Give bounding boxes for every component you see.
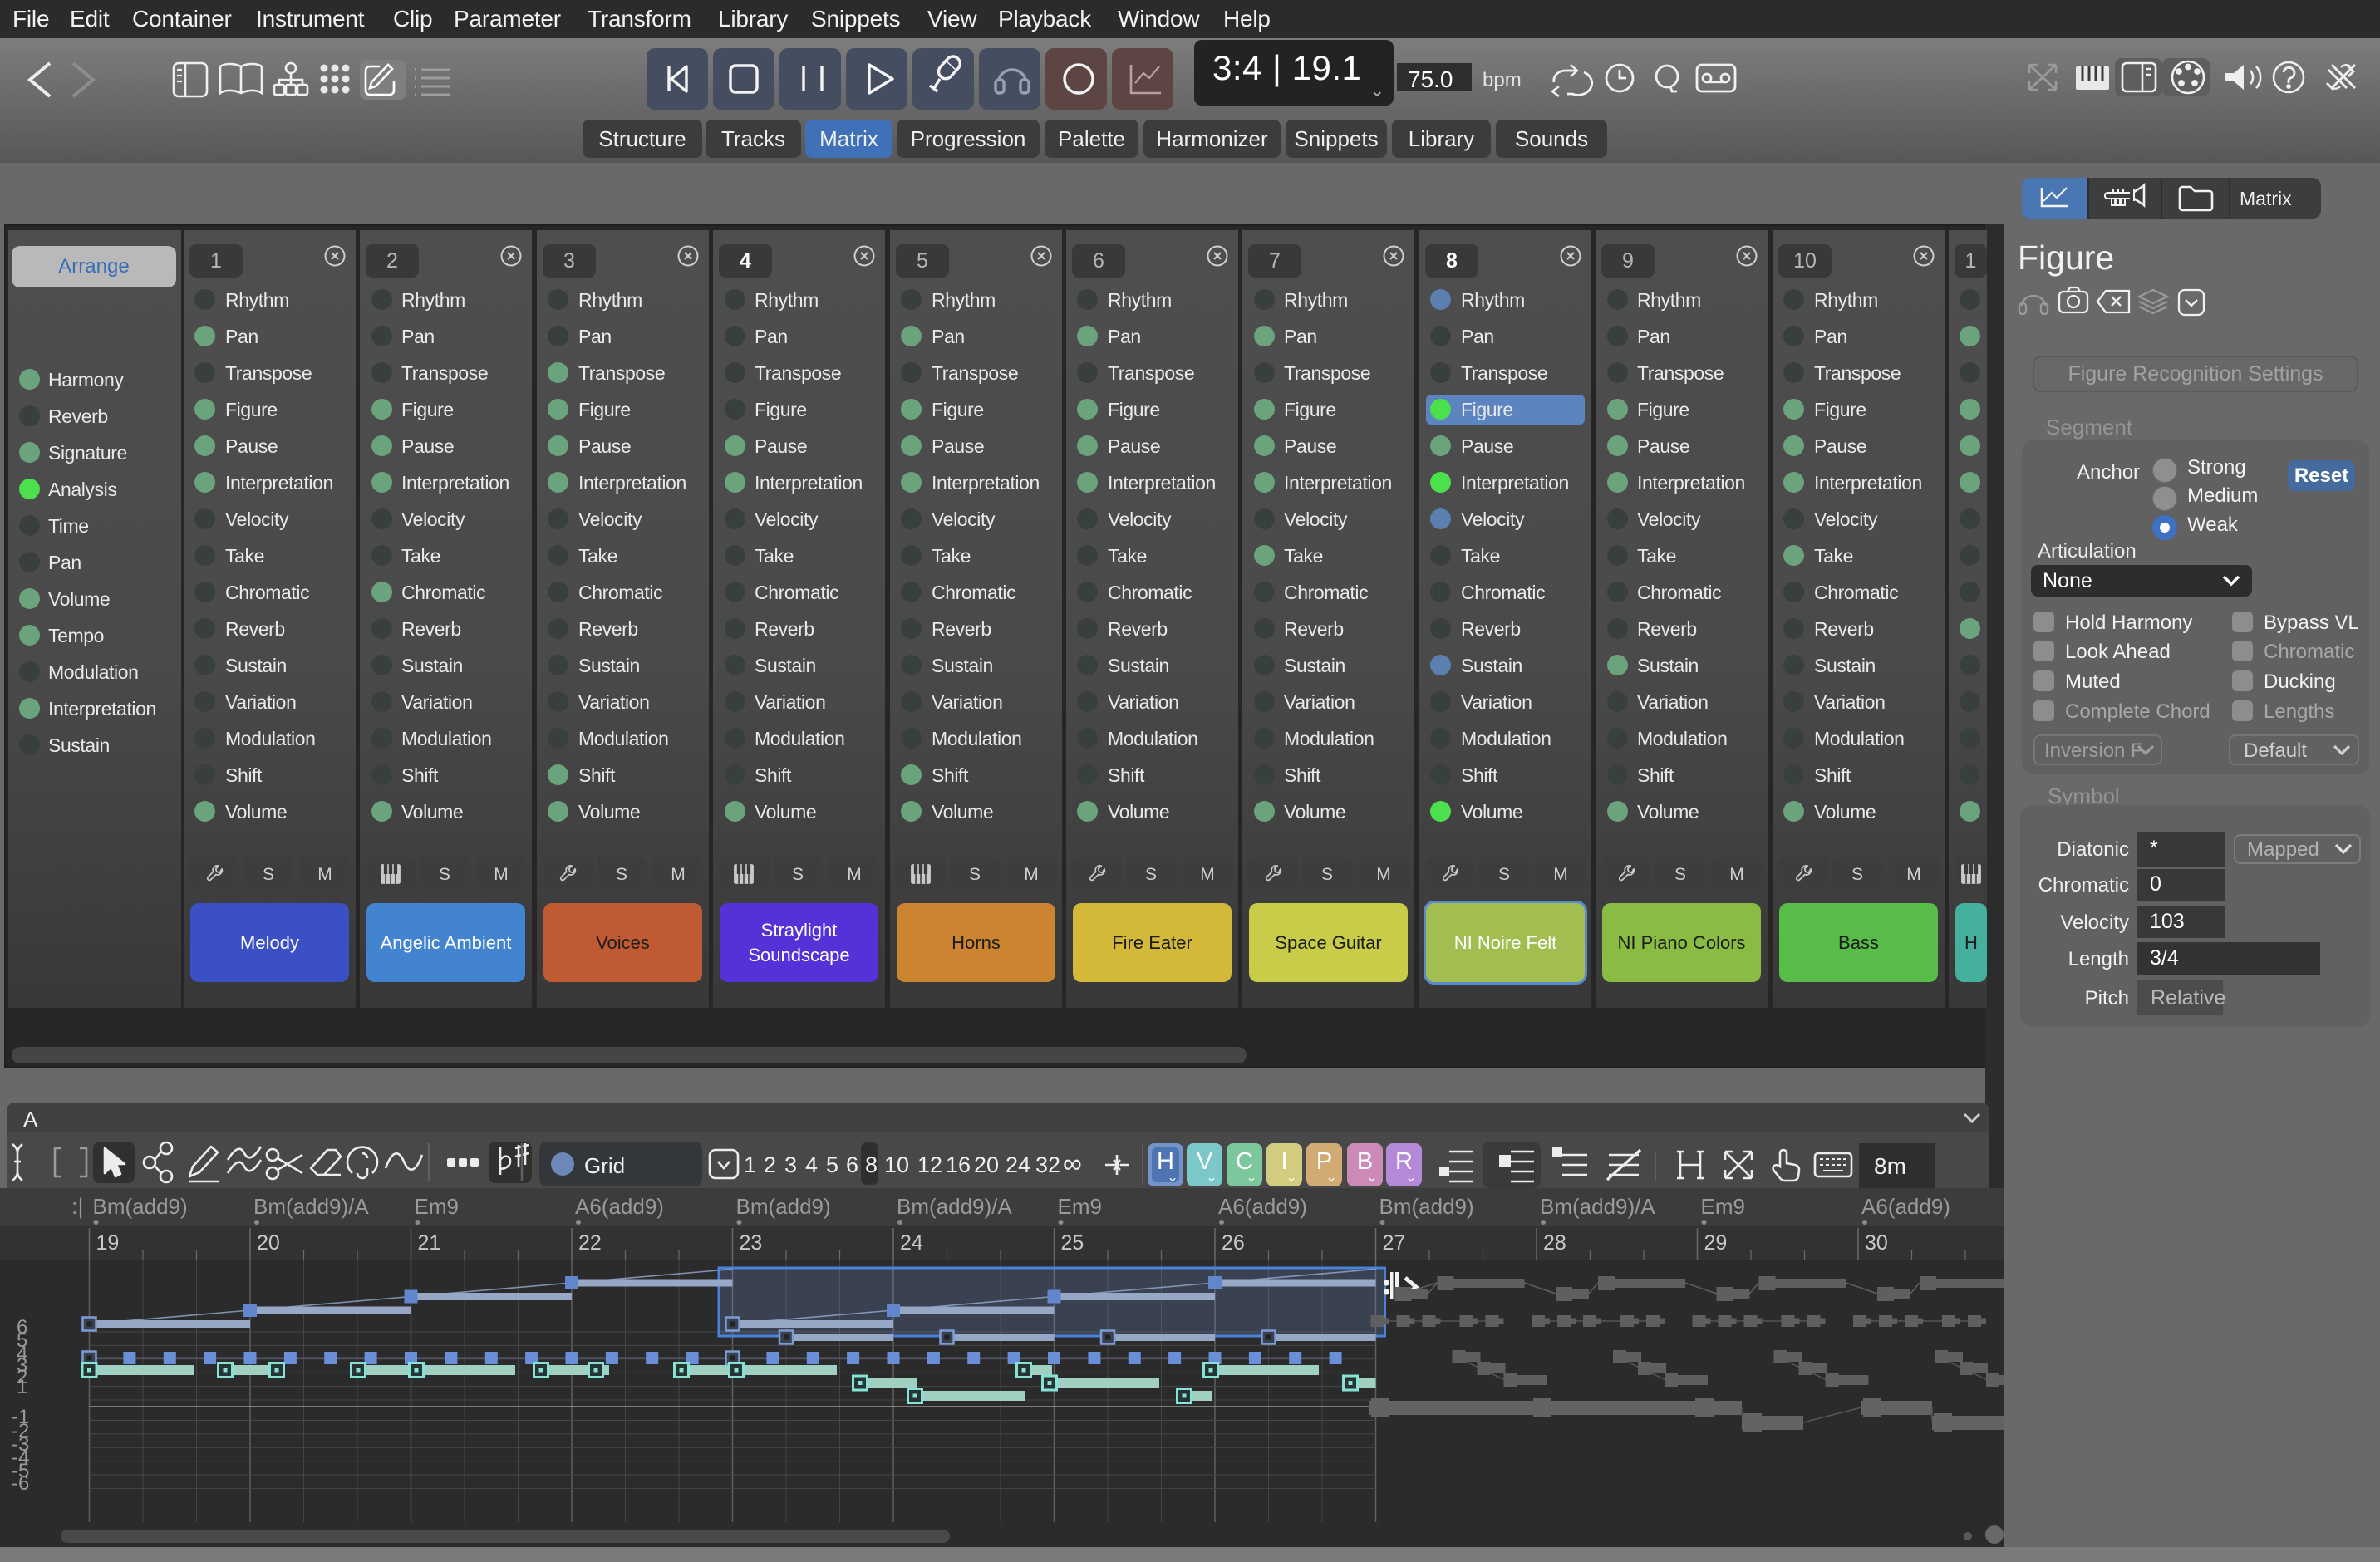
svg-text:21: 21: [418, 1231, 441, 1255]
svg-text:25: 25: [1061, 1231, 1084, 1255]
svg-text:A6(add9): A6(add9): [1218, 1194, 1307, 1219]
svg-text:30: 30: [1865, 1231, 1888, 1255]
svg-text:Bm(add9): Bm(add9): [736, 1194, 831, 1219]
svg-text:22: 22: [578, 1231, 602, 1255]
svg-text:Em9: Em9: [1058, 1194, 1102, 1219]
svg-text:Bm(add9)/A: Bm(add9)/A: [1540, 1194, 1655, 1219]
svg-text:-6: -6: [12, 1472, 29, 1495]
svg-text:Em9: Em9: [415, 1194, 459, 1219]
svg-text:1: 1: [17, 1376, 27, 1398]
svg-text:29: 29: [1704, 1231, 1728, 1255]
svg-text:19: 19: [96, 1231, 120, 1255]
svg-text:Bm(add9): Bm(add9): [1379, 1194, 1474, 1219]
svg-text:27: 27: [1383, 1231, 1406, 1255]
svg-text:20: 20: [257, 1231, 280, 1255]
svg-text::|: :|: [71, 1194, 84, 1219]
svg-text:Bm(add9): Bm(add9): [93, 1194, 188, 1219]
svg-text:26: 26: [1222, 1231, 1245, 1255]
svg-text:Bm(add9)/A: Bm(add9)/A: [897, 1194, 1012, 1219]
svg-text:24: 24: [900, 1231, 923, 1255]
svg-text:Em9: Em9: [1701, 1194, 1745, 1219]
svg-text:23: 23: [740, 1231, 763, 1255]
svg-text:A6(add9): A6(add9): [575, 1194, 664, 1219]
svg-text:Bm(add9)/A: Bm(add9)/A: [253, 1194, 369, 1219]
svg-text:28: 28: [1543, 1231, 1566, 1255]
svg-text:A6(add9): A6(add9): [1861, 1194, 1950, 1219]
